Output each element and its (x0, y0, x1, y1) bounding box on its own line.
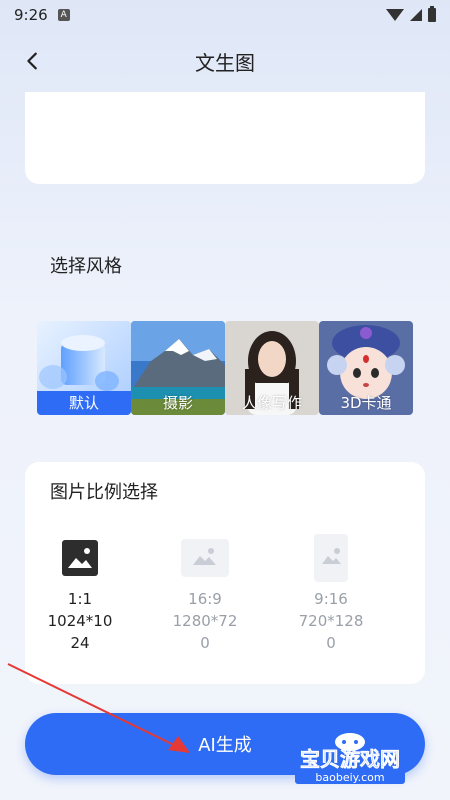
watermark-logo: 宝贝游戏网 baobeiy.com (295, 731, 405, 784)
image-square-icon (62, 540, 98, 576)
status-bar: 9:26 A (0, 0, 450, 30)
ratio-label: 1:1 (67, 590, 93, 608)
ratio-icon-wrap (30, 534, 130, 582)
page-title: 文生图 (195, 50, 255, 75)
ratio-text: 9:16 720*128 0 (281, 588, 381, 654)
style-item-label: 人像写作 (241, 394, 302, 412)
ratio-icon-wrap (155, 534, 255, 582)
ratio-card: 图片比例选择 1:1 1024*10 24 16:9 1280*72 0 9:1… (25, 462, 425, 684)
wifi-icon (386, 9, 404, 21)
style-section-title: 选择风格 (50, 256, 122, 277)
ratio-icon-wrap (281, 534, 381, 582)
a-icon: A (57, 9, 70, 21)
ratio-section-title: 图片比例选择 (50, 482, 158, 503)
ratio-option-9-16[interactable]: 9:16 720*128 0 (281, 534, 381, 654)
ratio-text: 1:1 1024*10 24 (30, 588, 130, 654)
ratio-size-line2: 0 (200, 634, 210, 652)
style-item-label: 摄影 (162, 394, 193, 412)
battery-icon (428, 6, 436, 22)
style-list: 默认 摄影 人像写作 3D卡通 (37, 321, 417, 431)
ratio-text: 16:9 1280*72 0 (155, 588, 255, 654)
ratio-size-line1: 1024*10 (47, 612, 113, 630)
prompt-input-card[interactable] (25, 92, 425, 184)
ratio-label: 16:9 (188, 590, 222, 608)
ratio-size-line1: 1280*72 (172, 612, 238, 630)
image-portrait-icon (314, 534, 348, 582)
svg-text:baobeiy.com: baobeiy.com (315, 771, 384, 784)
ratio-option-1-1[interactable]: 1:1 1024*10 24 (30, 534, 130, 654)
style-item-default[interactable]: 默认 (37, 321, 131, 415)
style-item-label: 3D卡通 (340, 394, 392, 412)
signal-icon (410, 9, 422, 21)
status-time: 9:26 (14, 6, 48, 24)
image-landscape-icon (181, 539, 229, 577)
ratio-size-line2: 24 (70, 634, 90, 652)
style-item-3d-cartoon[interactable]: 3D卡通 (319, 321, 413, 415)
header: 文生图 (0, 40, 450, 82)
style-item-label: 默认 (37, 391, 131, 415)
chevron-left-icon[interactable] (22, 50, 44, 72)
status-left: 9:26 A (14, 6, 70, 24)
ratio-label: 9:16 (314, 590, 348, 608)
svg-text:宝贝游戏网: 宝贝游戏网 (300, 747, 400, 771)
ratio-option-16-9[interactable]: 16:9 1280*72 0 (155, 534, 255, 654)
status-right (386, 6, 436, 22)
style-item-portrait[interactable]: 人像写作 (225, 321, 319, 415)
style-item-photography[interactable]: 摄影 (131, 321, 225, 415)
ratio-size-line1: 720*128 (298, 612, 364, 630)
ai-generate-label: AI生成 (198, 735, 252, 756)
ratio-size-line2: 0 (326, 634, 336, 652)
